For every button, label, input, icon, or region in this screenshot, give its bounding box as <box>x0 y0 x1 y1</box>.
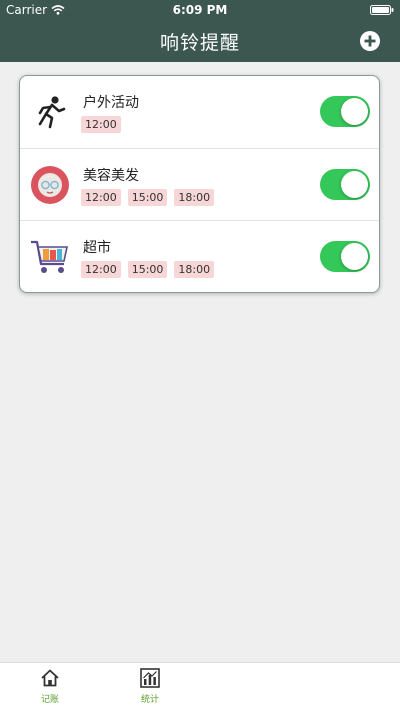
shopping-cart-icon <box>31 240 68 273</box>
time-tag: 12:00 <box>81 116 121 133</box>
tab-bar: 记账 统计 <box>0 662 400 712</box>
status-time: 6:09 PM <box>172 3 228 17</box>
reminder-toggle[interactable] <box>320 169 370 200</box>
running-person-icon <box>38 96 66 129</box>
toggle-knob <box>341 243 368 270</box>
reminder-row-outdoor[interactable]: 户外活动 12:00 <box>20 76 379 148</box>
time-tag: 15:00 <box>127 189 168 206</box>
reminder-toggle[interactable] <box>320 96 370 127</box>
toggle-knob <box>341 171 368 198</box>
time-tag: 12:00 <box>81 261 121 278</box>
time-tag: 18:00 <box>174 189 215 206</box>
time-tags: 12:00 <box>81 116 121 133</box>
beauty-avatar-icon <box>31 166 69 204</box>
bar-chart-icon <box>140 668 160 688</box>
reminder-title: 超市 <box>83 240 111 256</box>
tab-label: 记账 <box>40 695 59 705</box>
toggle-knob <box>341 98 368 125</box>
time-tag: 18:00 <box>174 261 215 278</box>
time-tag: 15:00 <box>127 261 168 278</box>
status-bar: Carrier 6:09 PM <box>0 0 400 20</box>
reminder-list: 户外活动 12:00 美容美发 12:00 15:00 18:00 超市 12:… <box>19 75 380 293</box>
reminder-title: 户外活动 <box>83 95 139 111</box>
time-tags: 12:00 15:00 18:00 <box>81 189 215 206</box>
reminder-row-beauty[interactable]: 美容美发 12:00 15:00 18:00 <box>20 148 379 221</box>
app-header: Carrier 6:09 PM 响铃提醒 <box>0 0 400 62</box>
tab-statistics[interactable]: 统计 <box>130 668 170 705</box>
time-tags: 12:00 15:00 18:00 <box>81 261 215 278</box>
time-tag: 12:00 <box>81 189 121 206</box>
add-reminder-button[interactable] <box>360 31 380 51</box>
reminder-toggle[interactable] <box>320 241 370 272</box>
reminder-title: 美容美发 <box>83 168 139 184</box>
tab-label: 统计 <box>140 695 159 705</box>
battery-icon <box>370 5 394 15</box>
home-icon <box>41 669 59 687</box>
page-title: 响铃提醒 <box>159 32 240 54</box>
tab-bookkeeping[interactable]: 记账 <box>30 668 70 705</box>
reminder-row-supermarket[interactable]: 超市 12:00 15:00 18:00 <box>20 220 379 292</box>
